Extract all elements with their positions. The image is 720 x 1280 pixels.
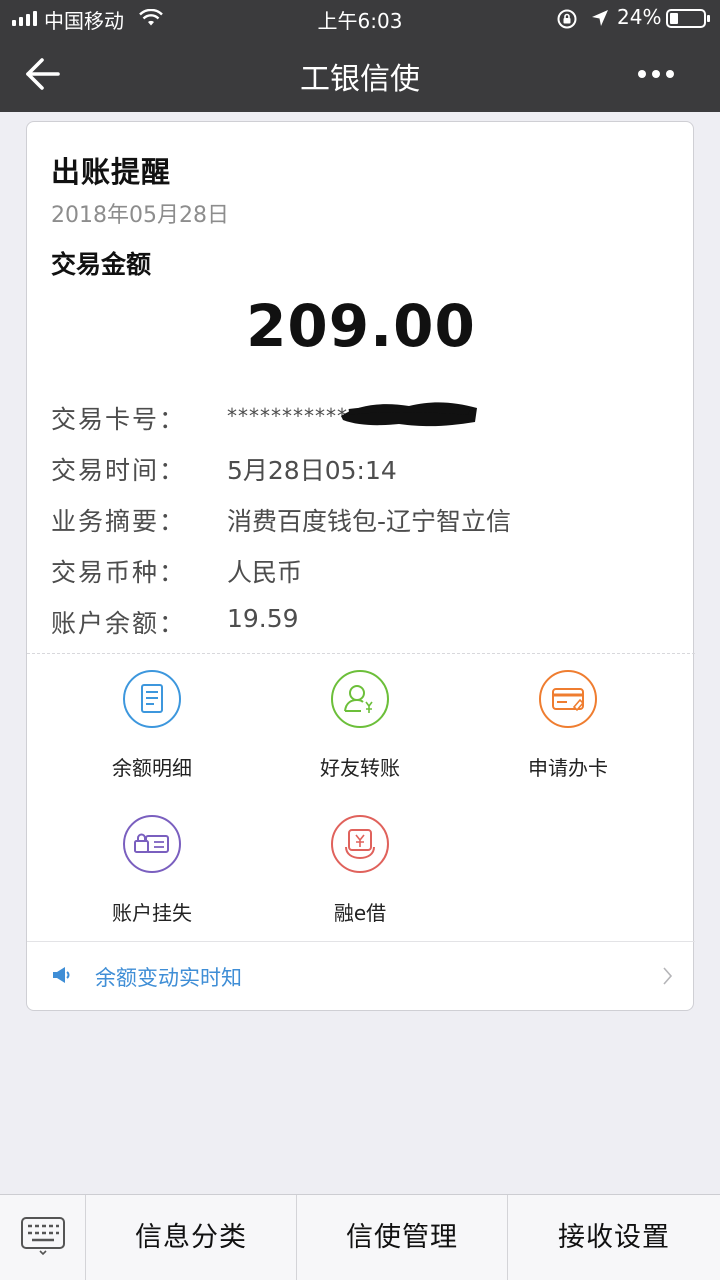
detail-value: 消费百度钱包-辽宁智立信 [227, 507, 512, 536]
status-bar: 中国移动 上午6:03 24% [0, 0, 720, 36]
action-apply-card[interactable]: 申请办卡 [457, 666, 679, 796]
menu-receive-settings[interactable]: 接收设置 [508, 1195, 720, 1280]
detail-row-currency: 交易币种： 人民币 [51, 553, 671, 604]
detail-list: 交易卡号： *********** 交易时间： 5月28日05:14 业务摘要：… [51, 400, 671, 655]
detail-value: 19.59 [227, 604, 299, 633]
battery-level [670, 13, 678, 24]
balance-alert-link[interactable]: 余额变动实时知 [27, 942, 695, 1010]
card-apply-icon [538, 669, 598, 729]
redaction-scribble [341, 402, 477, 427]
user-transfer-icon [330, 669, 390, 729]
document-icon [122, 669, 182, 729]
detail-key: 业务摘要： [51, 507, 187, 536]
rotation-lock-icon [556, 8, 578, 35]
chevron-right-icon [661, 964, 675, 988]
detail-row-balance: 账户余额： 19.59 [51, 604, 671, 655]
action-label: 余额明细 [112, 756, 192, 780]
action-label: 申请办卡 [528, 756, 608, 780]
detail-row-summary: 业务摘要： 消费百度钱包-辽宁智立信 [51, 502, 671, 553]
more-dots-icon[interactable] [638, 60, 682, 88]
transaction-amount: 209.00 [246, 292, 476, 360]
detail-value: 5月28日05:14 [227, 456, 397, 485]
action-label: 账户挂失 [112, 901, 192, 925]
dashed-divider [27, 653, 695, 654]
nav-bar: 工银信使 [0, 36, 720, 112]
megaphone-icon [51, 964, 73, 986]
balance-alert-text: 余额变动实时知 [95, 966, 242, 990]
keyboard-icon [21, 1217, 65, 1256]
lock-card-icon [122, 814, 182, 874]
status-time: 上午6:03 [317, 9, 403, 33]
action-label: 好友转账 [320, 756, 400, 780]
detail-row-time: 交易时间： 5月28日05:14 [51, 451, 671, 502]
action-e-loan[interactable]: 融e借 [249, 811, 471, 941]
detail-value: *********** [227, 400, 477, 429]
bottom-menu-bar: 信息分类 信使管理 接收设置 [0, 1194, 720, 1280]
amount-label: 交易金额 [51, 250, 152, 279]
menu-messenger-manage[interactable]: 信使管理 [297, 1195, 508, 1280]
action-report-loss[interactable]: 账户挂失 [41, 811, 263, 941]
message-date: 2018年05月28日 [51, 203, 229, 228]
header: 中国移动 上午6:03 24% 工银信使 [0, 0, 720, 112]
message-title: 出账提醒 [51, 155, 172, 189]
detail-key: 交易时间： [51, 456, 187, 485]
action-balance-detail[interactable]: 余额明细 [41, 666, 263, 796]
detail-key: 交易卡号： [51, 405, 187, 434]
card-number-masked: *********** [227, 404, 348, 428]
detail-value: 人民币 [227, 558, 303, 587]
loan-icon [330, 814, 390, 874]
location-arrow-icon [590, 8, 610, 33]
action-label: 融e借 [333, 901, 387, 925]
battery-percent: 24% [617, 5, 662, 29]
menu-info-category[interactable]: 信息分类 [86, 1195, 297, 1280]
page-title: 工银信使 [300, 62, 420, 97]
battery-icon [666, 9, 710, 28]
detail-key: 交易币种： [51, 558, 187, 587]
action-friend-transfer[interactable]: 好友转账 [249, 666, 471, 796]
bill-notice-card: 出账提醒 2018年05月28日 交易金额 209.00 交易卡号： *****… [26, 121, 695, 1011]
detail-key: 账户余额： [51, 609, 187, 638]
keyboard-toggle[interactable] [0, 1195, 86, 1280]
detail-row-card-number: 交易卡号： *********** [51, 400, 671, 451]
